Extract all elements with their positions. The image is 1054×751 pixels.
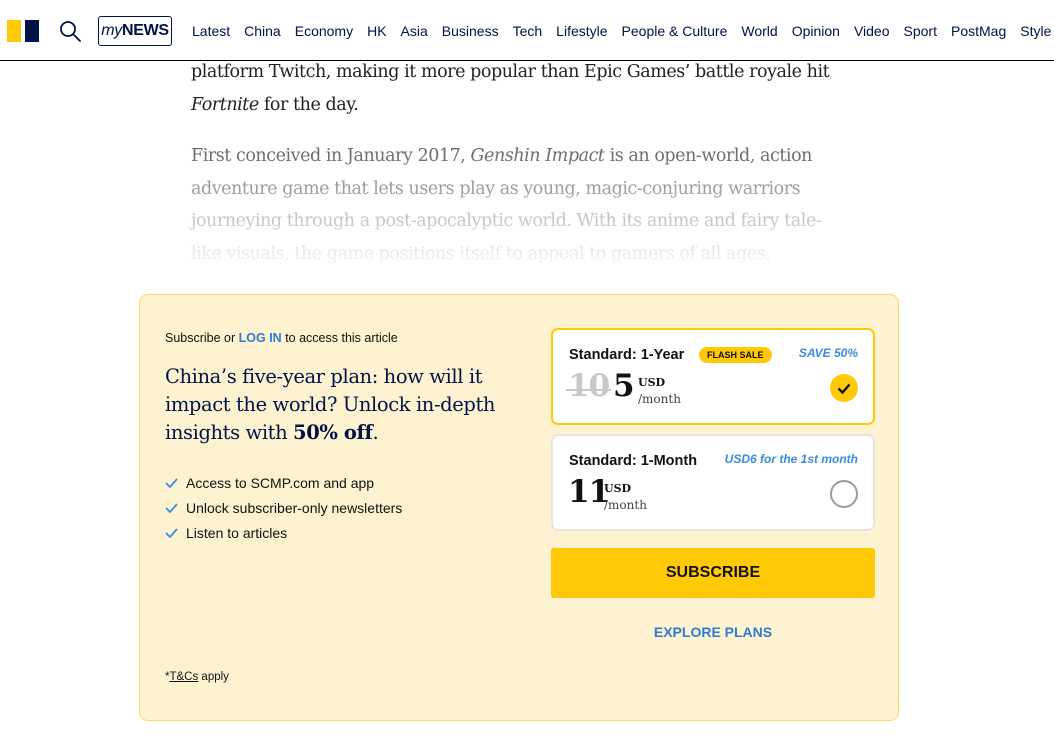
mynews-suffix: NEWS [121, 22, 169, 39]
plan-name: Standard: 1-Year [569, 347, 685, 363]
terms-note: *T&Cs apply [165, 671, 229, 683]
article-paragraph: platform Twitch, making it more popular … [191, 56, 851, 121]
benefit-item: Unlock subscriber-only newsletters [165, 495, 402, 520]
scmp-logo[interactable] [7, 20, 39, 42]
plan-radio-unselected[interactable] [830, 480, 858, 508]
headline-discount: 50% off [293, 421, 373, 444]
paragraph-text: First conceived in January 2017, [191, 146, 471, 166]
original-price: 10 [565, 368, 612, 404]
nav-link-tech[interactable]: Tech [513, 23, 543, 39]
benefit-label: Listen to articles [186, 524, 288, 541]
nav-link-opinion[interactable]: Opinion [792, 23, 840, 39]
subscribe-button[interactable]: SUBSCRIBE [551, 548, 875, 598]
flash-sale-badge: FLASH SALE [699, 347, 772, 363]
mynews-button[interactable]: my NEWS [98, 16, 172, 46]
nav-link-world[interactable]: World [741, 23, 777, 39]
plan-currency: USD [638, 376, 666, 389]
benefit-label: Unlock subscriber-only newsletters [186, 499, 403, 516]
plan-price: 11 [568, 474, 610, 510]
headline-end: . [372, 421, 379, 444]
nav-link-china[interactable]: China [244, 23, 281, 39]
article-body: platform Twitch, making it more popular … [191, 56, 851, 270]
check-icon [165, 477, 178, 488]
benefit-item: Access to SCMP.com and app [165, 470, 402, 495]
search-icon[interactable] [58, 19, 82, 43]
plan-currency: USD [604, 482, 632, 495]
nav-link-people-culture[interactable]: People & Culture [622, 23, 728, 39]
plan-price: 5 [613, 368, 635, 404]
plan-radio-selected[interactable] [830, 374, 858, 402]
terms-suffix: apply [198, 671, 229, 683]
logo-yellow-block [7, 20, 21, 42]
kicker-text-end: to access this article [281, 331, 398, 345]
kicker-text: Subscribe or [165, 331, 239, 345]
paragraph-text-end: for the day. [258, 94, 359, 115]
nav-link-video[interactable]: Video [854, 23, 890, 39]
logo-navy-block [25, 20, 39, 42]
top-navigation-bar: my NEWS Latest China Economy HK Asia Busi… [0, 0, 1054, 61]
nav-link-sport[interactable]: Sport [904, 23, 937, 39]
plan-promo: SAVE 50% [798, 346, 858, 360]
nav-link-lifestyle[interactable]: Lifestyle [556, 23, 607, 39]
nav-link-business[interactable]: Business [442, 23, 499, 39]
benefit-item: Listen to articles [165, 520, 402, 545]
subscription-paywall: Subscribe or LOG IN to access this artic… [139, 294, 899, 721]
nav-link-hk[interactable]: HK [367, 23, 386, 39]
explore-plans-link[interactable]: EXPLORE PLANS [551, 624, 875, 640]
plan-card-1-month[interactable]: Standard: 1-Month USD6 for the 1st month… [551, 434, 875, 531]
section-nav: Latest China Economy HK Asia Business Te… [192, 0, 1054, 61]
plan-promo: USD6 for the 1st month [724, 452, 858, 466]
check-icon [165, 527, 178, 538]
login-link[interactable]: LOG IN [239, 331, 282, 345]
checkmark-icon [837, 383, 851, 394]
nav-link-postmag[interactable]: PostMag [951, 23, 1006, 39]
check-icon [165, 502, 178, 513]
terms-link[interactable]: T&Cs [169, 671, 198, 683]
benefit-label: Access to SCMP.com and app [186, 474, 375, 491]
nav-link-asia[interactable]: Asia [401, 23, 428, 39]
nav-link-economy[interactable]: Economy [295, 23, 353, 39]
plan-card-1-year[interactable]: Standard: 1-Year FLASH SALE SAVE 50% 10 … [551, 328, 875, 425]
plan-name: Standard: 1-Month [569, 453, 698, 469]
nav-link-latest[interactable]: Latest [192, 23, 230, 39]
paragraph-italic: Genshin Impact [470, 146, 605, 166]
paywall-headline: China’s five-year plan: how will it impa… [165, 363, 525, 447]
nav-link-style[interactable]: Style [1020, 23, 1051, 39]
plan-period: /month [638, 392, 681, 406]
paragraph-italic: Fortnite [191, 94, 259, 115]
article-paragraph: First conceived in January 2017, Genshin… [191, 140, 851, 270]
benefit-list: Access to SCMP.com and app Unlock subscr… [165, 470, 402, 545]
plan-period: /month [604, 498, 647, 512]
mynews-prefix: my [101, 22, 122, 39]
paywall-kicker: Subscribe or LOG IN to access this artic… [165, 331, 398, 345]
paragraph-text: platform Twitch, making it more popular … [191, 62, 830, 82]
